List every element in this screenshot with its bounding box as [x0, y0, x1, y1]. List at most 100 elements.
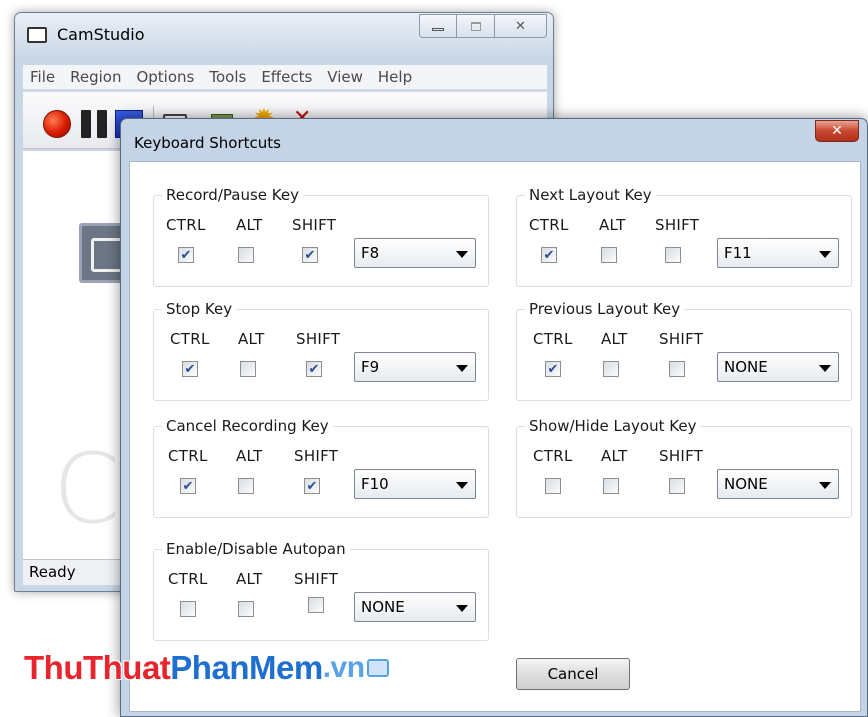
key-dropdown[interactable]: F8 [354, 238, 476, 268]
group-previous-layout: Previous Layout Key CTRL ALT SHIFT ✔ NON… [516, 300, 852, 401]
dropdown-arrow-icon [456, 605, 468, 612]
checkmark-icon: ✔ [543, 247, 555, 263]
key-value: F8 [361, 244, 380, 262]
shift-label: SHIFT [296, 330, 341, 348]
key-value: F11 [724, 244, 752, 262]
dropdown-arrow-icon [819, 251, 831, 258]
alt-checkbox[interactable] [603, 478, 619, 494]
ctrl-checkbox[interactable]: ✔ [541, 247, 557, 263]
shift-checkbox[interactable] [669, 478, 685, 494]
ctrl-label: CTRL [170, 330, 210, 348]
ctrl-checkbox[interactable] [545, 478, 561, 494]
group-title: Stop Key [162, 300, 237, 318]
status-text: Ready [29, 563, 76, 581]
group-title: Cancel Recording Key [162, 417, 333, 435]
ctrl-label: CTRL [533, 330, 573, 348]
group-enable-disable-autopan: Enable/Disable Autopan CTRL ALT SHIFT NO… [153, 540, 489, 641]
group-title: Previous Layout Key [525, 300, 685, 318]
shift-checkbox[interactable] [308, 597, 324, 613]
dropdown-arrow-icon [819, 365, 831, 372]
menu-effects[interactable]: Effects [254, 68, 320, 86]
menu-file[interactable]: File [23, 68, 63, 86]
dropdown-arrow-icon [456, 251, 468, 258]
shift-checkbox[interactable]: ✔ [302, 247, 318, 263]
ctrl-checkbox[interactable]: ✔ [182, 361, 198, 377]
key-dropdown[interactable]: F10 [354, 469, 476, 499]
watermark-box-icon [366, 659, 389, 677]
key-dropdown[interactable]: NONE [717, 469, 839, 499]
ctrl-label: CTRL [168, 570, 208, 588]
alt-checkbox[interactable] [603, 361, 619, 377]
ctrl-checkbox[interactable]: ✔ [180, 478, 196, 494]
window-controls: ✕ [419, 14, 547, 38]
key-value: F10 [361, 475, 389, 493]
shift-checkbox[interactable] [665, 247, 681, 263]
checkmark-icon: ✔ [306, 478, 318, 494]
shift-checkbox[interactable]: ✔ [304, 478, 320, 494]
dialog-content: Record/Pause Key CTRL ALT SHIFT ✔ ✔ F8 N… [129, 161, 861, 712]
shift-label: SHIFT [294, 447, 339, 465]
ctrl-label: CTRL [529, 216, 569, 234]
alt-label: ALT [601, 330, 628, 348]
site-watermark-logo: ThuThuat PhanMem .vn [24, 646, 389, 690]
checkmark-icon: ✔ [308, 361, 320, 377]
ctrl-checkbox[interactable]: ✔ [178, 247, 194, 263]
key-value: NONE [724, 475, 768, 493]
dialog-close-button[interactable]: ✕ [815, 120, 859, 142]
checkmark-icon: ✔ [182, 478, 194, 494]
alt-checkbox[interactable] [238, 478, 254, 494]
checkmark-icon: ✔ [547, 361, 559, 377]
keyboard-shortcuts-dialog: Keyboard Shortcuts ✕ Record/Pause Key CT… [120, 118, 868, 717]
alt-checkbox[interactable] [238, 247, 254, 263]
group-record-pause: Record/Pause Key CTRL ALT SHIFT ✔ ✔ F8 [153, 186, 489, 287]
ctrl-label: CTRL [166, 216, 206, 234]
main-titlebar[interactable]: CamStudio ✕ [15, 13, 553, 55]
alt-label: ALT [238, 330, 265, 348]
group-title: Enable/Disable Autopan [162, 540, 350, 558]
menu-region[interactable]: Region [63, 68, 129, 86]
key-value: NONE [361, 598, 405, 616]
alt-label: ALT [599, 216, 626, 234]
dropdown-arrow-icon [819, 482, 831, 489]
menu-tools[interactable]: Tools [202, 68, 254, 86]
record-icon[interactable] [43, 110, 71, 138]
checkmark-icon: ✔ [180, 247, 192, 263]
menu-help[interactable]: Help [371, 68, 420, 86]
ctrl-checkbox[interactable] [180, 601, 196, 617]
ctrl-label: CTRL [168, 447, 208, 465]
shift-checkbox[interactable]: ✔ [306, 361, 322, 377]
key-dropdown[interactable]: NONE [354, 592, 476, 622]
main-window-title: CamStudio [57, 25, 145, 44]
checkmark-icon: ✔ [304, 247, 316, 263]
checkmark-icon: ✔ [184, 361, 196, 377]
pause-icon[interactable] [81, 110, 107, 138]
key-dropdown[interactable]: NONE [717, 352, 839, 382]
cancel-button[interactable]: Cancel [516, 658, 630, 690]
group-title: Next Layout Key [525, 186, 656, 204]
shift-checkbox[interactable] [669, 361, 685, 377]
close-button[interactable]: ✕ [495, 14, 547, 38]
group-title: Record/Pause Key [162, 186, 303, 204]
minimize-button[interactable] [419, 14, 457, 38]
alt-checkbox[interactable] [601, 247, 617, 263]
alt-label: ALT [236, 216, 263, 234]
ctrl-label: CTRL [533, 447, 573, 465]
group-title: Show/Hide Layout Key [525, 417, 701, 435]
alt-checkbox[interactable] [238, 601, 254, 617]
ctrl-checkbox[interactable]: ✔ [545, 361, 561, 377]
alt-checkbox[interactable] [240, 361, 256, 377]
maximize-icon [470, 21, 481, 31]
watermark-part-1: ThuThuat [24, 649, 171, 686]
shift-label: SHIFT [292, 216, 337, 234]
maximize-button[interactable] [457, 14, 495, 38]
menu-options[interactable]: Options [129, 68, 202, 86]
key-dropdown[interactable]: F11 [717, 238, 839, 268]
main-menubar: File Region Options Tools Effects View H… [23, 65, 547, 89]
close-icon: ✕ [515, 18, 526, 34]
alt-label: ALT [601, 447, 628, 465]
key-dropdown[interactable]: F9 [354, 352, 476, 382]
menu-view[interactable]: View [320, 68, 371, 86]
shift-label: SHIFT [659, 330, 704, 348]
dialog-title: Keyboard Shortcuts [134, 134, 281, 152]
key-value: NONE [724, 358, 768, 376]
